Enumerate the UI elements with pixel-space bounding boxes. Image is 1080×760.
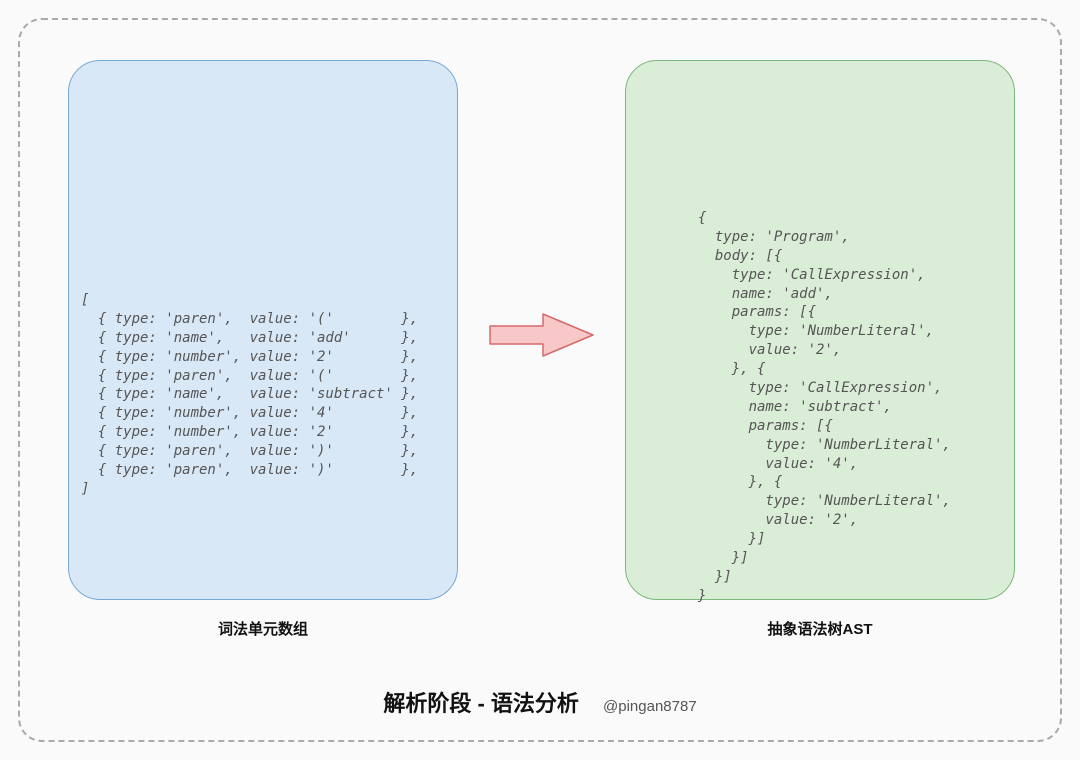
diagram-title: 解析阶段 - 语法分析 @pingan8787	[0, 686, 1080, 718]
ast-code: { type: 'Program', body: [{ type: 'CallE…	[698, 209, 1002, 606]
ast-panel: { type: 'Program', body: [{ type: 'CallE…	[625, 60, 1015, 600]
tokens-code: [ { type: 'paren', value: '(' }, { type:…	[81, 291, 445, 499]
arrow-icon	[488, 310, 598, 360]
left-caption: 词法单元数组	[68, 618, 458, 639]
author-text: @pingan8787	[603, 698, 697, 715]
title-text: 解析阶段 - 语法分析	[383, 691, 579, 716]
tokens-panel: [ { type: 'paren', value: '(' }, { type:…	[68, 60, 458, 600]
right-caption: 抽象语法树AST	[625, 618, 1015, 639]
